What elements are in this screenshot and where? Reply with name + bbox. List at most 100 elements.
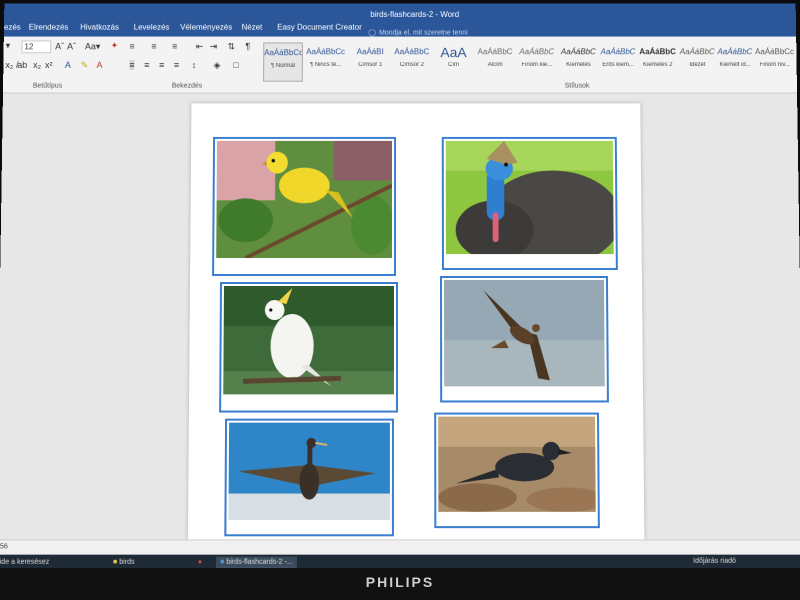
style-name: ¶ Nincs té... [309,62,342,68]
style-heading-2[interactable]: AaÁáBbC Címsor 2 [392,42,432,81]
borders-icon[interactable]: □ [233,60,238,70]
style-sample: AaÁáBbC [560,47,596,57]
text-effects-icon[interactable]: A [65,60,71,70]
flashcard-bird-of-prey[interactable] [439,276,609,403]
style-intense-quote[interactable]: AaÁáBbC Kiemelt id... [715,42,755,81]
style-sample: AaÁáBbC [639,47,676,57]
style-no-spacing[interactable]: AaÁáBbCc ¶ Nincs té... [306,42,346,81]
increase-indent-icon[interactable]: ⇥ [210,41,218,52]
monitor-brand: PHILIPS [365,574,435,590]
style-sample: AaÁáBbC [477,47,513,57]
document-area[interactable] [0,93,800,540]
style-sample: AaA [440,44,467,61]
style-subtle-emphasis[interactable]: AaÁáBbC Finom kie... [517,42,557,81]
align-left-icon[interactable]: ≡ [129,60,135,70]
numbering-icon[interactable]: ≡ [151,41,156,51]
tab-mailings[interactable]: Levelezés [134,23,170,32]
style-name: Alcím [487,62,503,68]
style-sample: AaÁáBbC [394,47,430,57]
paragraph-group-label: Bekezdés [171,82,203,90]
superscript-icon[interactable]: x² [45,60,53,70]
flashcard-cassowary[interactable] [441,136,618,271]
clear-formatting-icon[interactable]: ✦ [111,40,119,51]
style-quote[interactable]: AaÁáBbC Idézet [677,42,717,81]
status-text: 56 [0,543,8,551]
cockatoo-photo [223,285,394,395]
lightbulb-icon: ◯ [368,29,377,37]
style-name: Kiemelés [566,62,591,68]
bird-of-prey-photo [443,280,605,387]
multilevel-list-icon[interactable]: ≡ [172,41,177,51]
style-title[interactable]: AaA Cím [434,42,474,81]
flashcard-crow[interactable] [434,412,600,529]
style-heading-1[interactable]: AaÁáBI Címsor 1 [350,42,390,81]
flashcard-canary[interactable] [212,136,397,277]
style-name: Címsor 1 [358,62,383,68]
style-sample: AaÁáBbC [717,47,753,57]
tell-me-search[interactable]: ◯ Mondja el, mit szeretne tenni [368,29,468,37]
style-name: Finom kie... [521,62,553,68]
tell-me-text: Mondja el, mit szeretne tenni [379,29,468,37]
style-name: Kiemelés 2 [643,62,673,68]
strikethrough-icon[interactable]: ̸ab [17,60,27,70]
style-name: ¶ Normál [270,63,296,69]
style-sample: AaÁáBbC [600,47,636,57]
tab-view[interactable]: Nézet [242,23,263,32]
monitor-bezel: PHILIPS [0,568,800,600]
style-subtle-reference[interactable]: AaÁáBbCc Finom hiv... [755,42,795,81]
styles-group-label: Stílusok [564,82,590,90]
cassowary-photo [445,140,614,255]
tab-layout[interactable]: Elrendezés [29,23,69,32]
style-sample: AaÁáBbC [679,47,715,57]
decrease-indent-icon[interactable]: ⇤ [196,41,204,52]
subscript2-icon[interactable]: x₂ [33,60,41,70]
style-name: Cím [448,62,460,68]
style-subtitle[interactable]: AaÁáBbC Alcím [475,42,515,81]
taskbar-item-label: birds [119,558,135,566]
status-bar: 56 [0,539,800,555]
align-center-icon[interactable]: ≡ [144,60,149,70]
bullets-icon[interactable]: ≡ [129,41,134,51]
justify-icon[interactable]: ≡ [174,60,179,70]
change-case-icon[interactable]: Aa▾ [85,41,101,52]
style-sample: AaÁáBbC [519,47,555,57]
style-intense-emphasis[interactable]: AaÁáBbC Erős kiem... [598,42,638,81]
align-right-icon[interactable]: ≡ [159,60,164,70]
canary-photo [216,140,393,259]
style-sample: AaÁáBbCc [755,47,795,57]
style-sample: AaÁáBbCc [306,47,346,57]
style-sample: AaÁáBbCc [264,48,302,58]
flashcard-cockatoo[interactable] [219,282,399,413]
crow-photo [438,416,596,512]
highlight-icon[interactable]: ✎ [81,60,89,71]
folder-icon: ■ [112,558,118,566]
ribbon: ▾ 12 Aˆ Aˇ Aa▾ ✦ x₂ ̸ab x₂ x² A ✎ A Betű… [2,36,798,94]
style-strong[interactable]: AaÁáBbC Kiemelés 2 [638,42,678,81]
cormorant-photo [228,422,390,520]
tab-review[interactable]: Véleményezés [180,23,232,32]
font-color-icon[interactable]: A [97,60,103,70]
sort-icon[interactable]: ⇅ [228,41,236,52]
font-size-select[interactable]: 12 [21,40,52,54]
tab-easy-document-creator[interactable]: Easy Document Creator [277,23,362,32]
style-name: Címsor 2 [399,62,424,68]
style-name: Finom hiv... [759,62,790,68]
style-emphasis[interactable]: AaÁáBbC Kiemelés [559,42,599,81]
subscript-icon[interactable]: x₂ [5,60,13,70]
shading-icon[interactable]: ◈ [214,60,221,71]
shrink-font-icon[interactable]: Aˇ [67,41,76,51]
font-name-dropdown-icon[interactable]: ▾ [6,40,11,51]
tab-references[interactable]: Hivatkozás [80,23,119,32]
line-spacing-icon[interactable]: ↕ [192,60,197,70]
show-marks-icon[interactable]: ¶ [245,41,250,51]
document-page[interactable] [187,103,645,540]
taskbar-item-label: birds-flashcards-2 -... [226,558,293,566]
grow-font-icon[interactable]: Aˆ [55,41,64,51]
title-bar: birds-flashcards-2 - Word ezés Elrendezé… [3,3,797,37]
style-normal[interactable]: AaÁáBbCc ¶ Normál [263,42,303,82]
screen: birds-flashcards-2 - Word ezés Elrendezé… [0,3,800,571]
weather-alert[interactable]: Időjárás riadó [693,558,736,565]
flashcard-cormorant[interactable] [224,418,394,537]
chrome-icon: ● [197,558,203,566]
tab-insert[interactable]: ezés [4,23,21,32]
